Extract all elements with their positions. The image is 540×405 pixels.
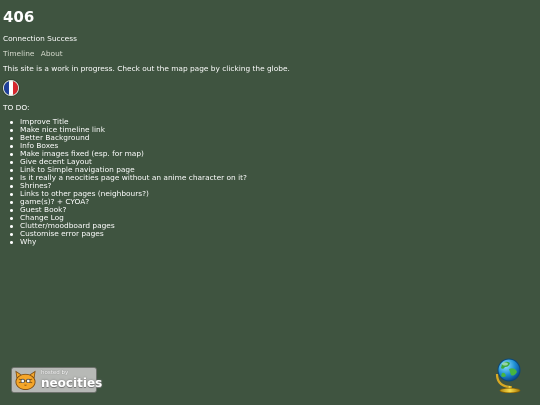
todo-item: Why xyxy=(10,238,247,246)
todo-item: Customise error pages xyxy=(10,230,247,238)
todo-list: Improve Title Make nice timeline link Be… xyxy=(10,118,247,246)
badge-large-text: neocities xyxy=(41,375,103,390)
neocities-badge-text: hosted by neocities xyxy=(41,371,102,389)
connection-status: Connection Success xyxy=(3,34,77,43)
todo-item: Is it really a neocities page without an… xyxy=(10,173,247,182)
top-navigation: Timeline About xyxy=(3,48,67,60)
french-flag-icon[interactable] xyxy=(3,80,19,96)
page: 406 Connection Success Timeline About Th… xyxy=(0,0,540,405)
todo-heading: TO DO: xyxy=(3,103,30,112)
nav-link-about[interactable]: About xyxy=(41,49,63,58)
neocities-cat-icon xyxy=(15,370,36,391)
globe-icon[interactable] xyxy=(494,355,526,393)
hosted-by-neocities-badge[interactable]: hosted by neocities xyxy=(11,367,102,393)
work-in-progress-notice: This site is a work in progress. Check o… xyxy=(3,64,290,73)
page-title: 406 xyxy=(3,8,35,26)
flag-red-stripe xyxy=(13,81,18,95)
nav-link-timeline[interactable]: Timeline xyxy=(3,49,34,58)
